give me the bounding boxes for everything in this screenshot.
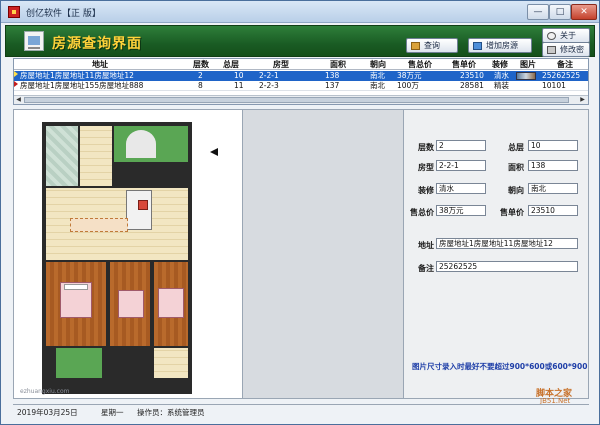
room-type-field[interactable]: 2-2-1 (436, 160, 486, 171)
cell-area: 138 (325, 71, 340, 80)
title-bar: 创亿软件【正 版】 — □ ✕ (1, 1, 599, 23)
cell-total-floors: 11 (234, 81, 244, 90)
minimize-button[interactable]: — (527, 4, 549, 20)
table-row-selected[interactable]: 房屋地址1房屋地址11房屋地址12 2 10 2-2-1 138 南北 38万元… (14, 71, 588, 81)
area-label: 面积 (508, 163, 524, 172)
dining-table (70, 218, 128, 232)
col-note[interactable]: 备注 (540, 59, 588, 70)
total-floors-label: 总层 (508, 143, 524, 152)
cell-floor: 2 (198, 71, 203, 80)
col-address[interactable]: 地址 (14, 59, 186, 70)
status-weekday: 星期一 (101, 408, 124, 417)
about-button[interactable]: 关于 (542, 28, 590, 43)
cell-area: 137 (325, 81, 340, 90)
note-label: 备注 (418, 264, 434, 273)
table-row[interactable]: 房屋地址1房屋地址155房屋地址888 8 11 2-2-3 137 南北 10… (14, 81, 588, 91)
horizontal-scrollbar[interactable]: ◀ ▶ (14, 95, 588, 104)
window-title: 创亿软件【正 版】 (26, 9, 101, 19)
cell-room-type: 2-2-3 (259, 81, 279, 90)
query-icon (411, 42, 420, 50)
decoration-field[interactable]: 清水 (436, 183, 486, 194)
maximize-button[interactable]: □ (549, 4, 571, 20)
image-empty-area (243, 109, 403, 399)
cell-picture-thumbnail[interactable] (516, 72, 536, 80)
about-button-label: 关于 (560, 31, 576, 40)
note-field[interactable]: 25262525 (436, 261, 578, 272)
query-button-label: 查询 (424, 41, 440, 50)
cell-total-floors: 10 (234, 71, 244, 80)
col-floor[interactable]: 层数 (186, 59, 216, 70)
listing-table: 地址 层数 总层 房型 面积 朝向 售总价 售单价 装修 图片 备注 房屋地址1… (13, 58, 589, 105)
scrollbar-thumb[interactable] (24, 97, 569, 103)
add-listing-icon (473, 42, 482, 50)
col-area[interactable]: 面积 (316, 59, 360, 70)
area-field[interactable]: 138 (528, 160, 578, 171)
col-picture[interactable]: 图片 (516, 59, 540, 70)
cell-decoration: 精装 (494, 81, 509, 90)
scroll-left-icon[interactable]: ◀ (14, 96, 23, 104)
decoration-label: 装修 (418, 186, 434, 195)
address-label: 地址 (418, 241, 434, 250)
row-marker-icon (14, 81, 18, 87)
add-listing-button[interactable]: 增加房源 (468, 38, 532, 53)
floor-plan-panel: ezhuangxiu.com (13, 109, 243, 399)
cell-note: 10101 (542, 81, 566, 90)
change-password-button[interactable]: 修改密码 (542, 42, 590, 67)
info-icon (547, 32, 556, 40)
orientation-field[interactable]: 南北 (528, 183, 578, 194)
scroll-right-icon[interactable]: ▶ (578, 96, 587, 104)
floor-plan-image (34, 122, 194, 394)
cell-total-price: 38万元 (397, 71, 422, 80)
page-title: 房源查询界面 (52, 36, 142, 52)
pointer-arrow-icon (210, 148, 218, 156)
status-date: 2019年03月25日 (17, 408, 78, 417)
main-window: 创亿软件【正 版】 — □ ✕ 房源查询界面 查询 增加房源 关于 修改密码 地… (0, 0, 600, 425)
close-button[interactable]: ✕ (571, 4, 597, 20)
add-listing-button-label: 增加房源 (486, 41, 518, 50)
image-watermark: ezhuangxiu.com (20, 388, 70, 395)
cell-unit-price: 28581 (460, 81, 484, 90)
col-room-type[interactable]: 房型 (246, 59, 316, 70)
col-total-price[interactable]: 售总价 (396, 59, 444, 70)
row-marker-icon (14, 71, 18, 77)
header-bar: 房源查询界面 查询 增加房源 关于 修改密码 (5, 25, 595, 67)
cell-decoration: 清水 (494, 71, 509, 80)
total-floors-field[interactable]: 10 (528, 140, 578, 151)
image-size-hint: 图片尺寸录入时最好不要超过900*600或600*900 (412, 362, 588, 371)
orientation-label: 朝向 (508, 186, 524, 195)
house-search-icon (24, 31, 44, 51)
password-icon (547, 46, 556, 54)
cell-room-type: 2-2-1 (259, 71, 279, 80)
col-orientation[interactable]: 朝向 (360, 59, 396, 70)
cell-floor: 8 (198, 81, 203, 90)
cell-address: 房屋地址1房屋地址11房屋地址12 (20, 71, 134, 80)
balcony-south (56, 348, 102, 378)
total-price-label: 售总价 (410, 208, 434, 217)
status-bar: 2019年03月25日 星期一 操作员：系统管理员 (13, 404, 589, 417)
col-unit-price[interactable]: 售单价 (444, 59, 484, 70)
cell-unit-price: 23510 (460, 71, 484, 80)
cell-address: 房屋地址1房屋地址155房屋地址888 (20, 81, 144, 90)
status-operator: 操作员：系统管理员 (137, 408, 205, 417)
total-price-field[interactable]: 38万元 (436, 205, 486, 216)
table-header: 地址 层数 总层 房型 面积 朝向 售总价 售单价 装修 图片 备注 (14, 59, 588, 70)
floor-field[interactable]: 2 (436, 140, 486, 151)
app-icon (8, 6, 20, 18)
room-type-label: 房型 (418, 163, 434, 172)
unit-price-field[interactable]: 23510 (528, 205, 578, 216)
col-decoration[interactable]: 装修 (484, 59, 516, 70)
unit-price-label: 售单价 (500, 208, 524, 217)
floor-label: 层数 (418, 143, 434, 152)
cell-total-price: 100万 (397, 81, 419, 90)
bathroom-area (46, 126, 78, 186)
address-field[interactable]: 房屋地址1房屋地址11房屋地址12 (436, 238, 578, 249)
cell-orientation: 南北 (370, 81, 385, 90)
detail-form: 层数 2 总层 10 房型 2-2-1 面积 138 装修 清水 朝向 南北 售… (403, 109, 589, 399)
query-button[interactable]: 查询 (406, 38, 458, 53)
cell-orientation: 南北 (370, 71, 385, 80)
kitchen-area (80, 126, 112, 186)
sofa (126, 190, 152, 230)
cell-note: 25262525 (542, 71, 581, 80)
col-total-floors[interactable]: 总层 (216, 59, 246, 70)
